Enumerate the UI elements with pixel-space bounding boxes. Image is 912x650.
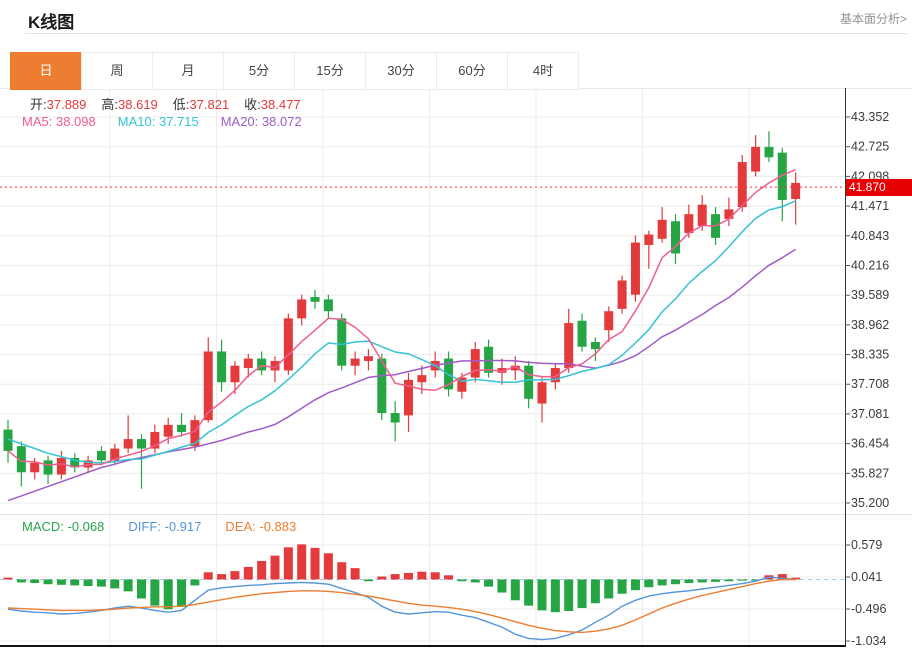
svg-text:35.200: 35.200 [851, 496, 889, 510]
ma5-label: MA5: [22, 114, 52, 129]
ma5-value: 38.098 [56, 114, 96, 129]
ma-legend: MA5: 38.098 MA10: 37.715 MA20: 38.072 [22, 114, 324, 129]
period-tabbar: 日 周 月 5分 15分 30分 60分 4时 [10, 52, 579, 90]
tab-week[interactable]: 周 [81, 52, 153, 90]
svg-text:39.589: 39.589 [851, 288, 889, 302]
close-value: 38.477 [261, 97, 301, 112]
kline-page: 43.35242.72542.09841.47140.84340.21639.5… [0, 0, 912, 650]
grid-layer [0, 88, 912, 645]
svg-text:37.708: 37.708 [851, 377, 889, 391]
ma5-line [8, 170, 796, 467]
candles-layer [4, 131, 801, 488]
ma20-value: 38.072 [262, 114, 302, 129]
title-divider [25, 33, 907, 34]
ma20-label: MA20: [221, 114, 259, 129]
svg-text:40.216: 40.216 [851, 258, 889, 272]
svg-text:40.843: 40.843 [851, 229, 889, 243]
dea-label: DEA: [225, 519, 255, 534]
high-value: 38.619 [118, 97, 158, 112]
svg-text:36.454: 36.454 [851, 437, 889, 451]
tab-60min[interactable]: 60分 [436, 52, 508, 90]
fundamental-analysis-link[interactable]: 基本面分析> [840, 10, 907, 27]
close-label: 收: [244, 97, 261, 112]
tab-month[interactable]: 月 [152, 52, 224, 90]
macd-legend: MACD: -0.068 DIFF: -0.917 DEA: -0.883 [22, 519, 320, 534]
diff-value: -0.917 [165, 519, 202, 534]
svg-text:-1.034: -1.034 [851, 634, 886, 648]
dea-value: -0.883 [259, 519, 296, 534]
svg-text:0.579: 0.579 [851, 538, 882, 552]
macd-value: -0.068 [68, 519, 105, 534]
tab-15min[interactable]: 15分 [294, 52, 366, 90]
current-price-badge: 41.870 [846, 179, 912, 196]
low-label: 低: [173, 97, 190, 112]
ma20-line [8, 249, 796, 500]
ma10-value: 37.715 [159, 114, 199, 129]
open-value: 37.889 [47, 97, 87, 112]
svg-text:41.471: 41.471 [851, 199, 889, 213]
svg-text:0.041: 0.041 [851, 570, 882, 584]
tab-30min[interactable]: 30分 [365, 52, 437, 90]
open-label: 开: [30, 97, 47, 112]
svg-text:37.081: 37.081 [851, 407, 889, 421]
svg-text:43.352: 43.352 [851, 110, 889, 124]
page-title: K线图 [28, 8, 74, 33]
ohlc-legend: 开:37.889 高:38.619 低:37.821 收:38.477 [30, 94, 316, 113]
svg-text:38.962: 38.962 [851, 318, 889, 332]
macd-label: MACD: [22, 519, 64, 534]
high-label: 高: [101, 97, 118, 112]
diff-label: DIFF: [128, 519, 161, 534]
svg-text:-0.496: -0.496 [851, 602, 886, 616]
low-value: 37.821 [189, 97, 229, 112]
svg-text:35.827: 35.827 [851, 466, 889, 480]
tab-5min[interactable]: 5分 [223, 52, 295, 90]
svg-text:38.335: 38.335 [851, 348, 889, 362]
ma10-label: MA10: [118, 114, 156, 129]
tab-4hour[interactable]: 4时 [507, 52, 579, 90]
svg-text:42.725: 42.725 [851, 140, 889, 154]
tab-day[interactable]: 日 [10, 52, 82, 90]
